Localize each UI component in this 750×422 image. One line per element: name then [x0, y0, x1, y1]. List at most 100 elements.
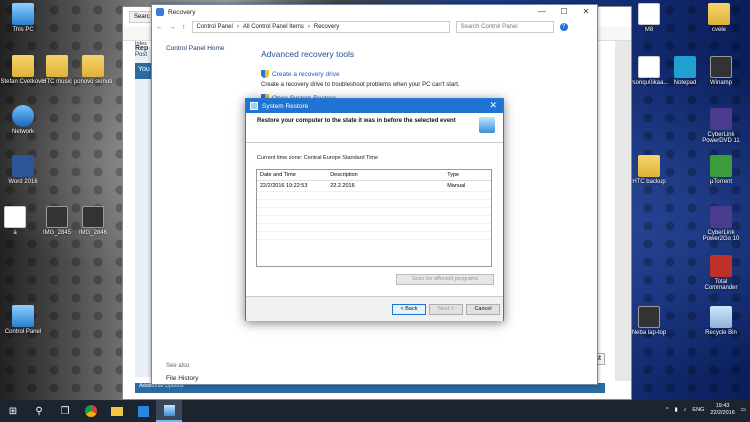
system-restore-icon[interactable]	[156, 400, 182, 422]
chrome-icon[interactable]	[78, 400, 104, 422]
desktop-icon-ponovo[interactable]: ponovo skinuti	[70, 55, 116, 85]
desktop-icon-label: CyberLink Power2Go 10	[702, 230, 740, 242]
dialog-titlebar[interactable]: System Restore	[246, 99, 503, 113]
column-header-description[interactable]: Description	[327, 170, 445, 181]
dialog-close-button[interactable]: ✕	[489, 100, 497, 111]
image-icon	[82, 206, 104, 228]
column-header-type[interactable]: Type	[444, 170, 491, 181]
page-heading: Advanced recovery tools	[261, 49, 355, 59]
maximize-button[interactable]: ☐	[553, 5, 575, 19]
pc-icon	[12, 3, 34, 25]
desktop-icon-label: cvele	[711, 27, 726, 33]
breadcrumb-recovery[interactable]: Recovery	[314, 24, 339, 30]
network-tray-icon[interactable]: ▮	[675, 407, 678, 413]
forward-arrow-icon[interactable]: →	[169, 24, 176, 31]
search-icon[interactable]: ⚲	[26, 400, 52, 422]
cp-window-controls: — ☐ ✕	[531, 5, 597, 19]
recovery-drive-description: Create a recovery drive to troubleshoot …	[261, 82, 460, 88]
table-row-empty	[257, 191, 491, 200]
folder-icon	[12, 55, 34, 77]
desktop-icon-total-commander[interactable]: Total Commander	[698, 255, 744, 291]
desktop-icon-cvele[interactable]: cvele	[696, 3, 742, 33]
doc-icon	[638, 3, 660, 25]
file-explorer-icon[interactable]	[104, 400, 130, 422]
desktop-icon-label: Control Panel	[4, 329, 42, 335]
recycle-bin-icon	[710, 306, 732, 328]
language-indicator[interactable]: ENG	[692, 407, 704, 413]
totalcmd-icon	[710, 255, 732, 277]
up-arrow-icon[interactable]: ↑	[182, 24, 186, 31]
create-recovery-drive-link[interactable]: Create a recovery drive	[261, 70, 340, 78]
breadcrumb-all-items[interactable]: All Control Panel Items	[243, 24, 304, 30]
restore-point-description: 22.2.2016	[327, 180, 445, 192]
column-header-date[interactable]: Date and Time	[257, 170, 328, 181]
browser-scrollbar[interactable]	[615, 41, 631, 381]
volume-icon[interactable]: ♪	[684, 407, 687, 413]
back-button[interactable]: < Back	[392, 304, 426, 315]
cp-navbar: ← → ↑ Control Panel › All Control Panel …	[152, 19, 597, 35]
desktop-icon-powerdvd[interactable]: CyberLink PowerDVD 11	[698, 108, 744, 144]
action-center-icon[interactable]: ▭	[741, 407, 746, 413]
table-row[interactable]: 22/2/2016 19:22:53 22.2.2016 Manual	[257, 180, 491, 192]
table-header-row: Date and Time Description Type	[257, 170, 491, 181]
minimize-button[interactable]: —	[531, 5, 553, 19]
desktop-icon-label: M8	[644, 27, 654, 33]
desktop-icon-this-pc[interactable]: This PC	[0, 3, 46, 33]
desktop-icon-label: Total Commander	[704, 279, 738, 291]
clock[interactable]: 19:43 22/2/2016	[710, 403, 734, 417]
desktop-icon-htc-backup[interactable]: HTC backup	[626, 155, 672, 185]
restore-point-date: 22/2/2016 19:22:53	[257, 180, 328, 192]
system-restore-icon	[250, 102, 258, 110]
desktop-icon-label: This PC	[12, 27, 34, 33]
folder-glyph	[111, 406, 123, 416]
desktop-icon-label: HTC backup	[632, 179, 666, 185]
file-history-link[interactable]: File History	[166, 375, 199, 382]
breadcrumb-control-panel[interactable]: Control Panel	[197, 24, 233, 30]
desktop-icon-a[interactable]: a	[0, 206, 38, 236]
cancel-button[interactable]: Cancel	[466, 304, 500, 315]
search-input[interactable]: Search Control Panel	[455, 21, 554, 33]
notification-chevron-icon[interactable]: ^	[666, 407, 669, 413]
help-icon[interactable]: ?	[559, 23, 568, 31]
desktop-icon-m8[interactable]: M8	[626, 3, 672, 33]
breadcrumb-separator: ›	[236, 24, 239, 30]
close-button[interactable]: ✕	[575, 5, 597, 19]
scan-affected-programs-button[interactable]: Scan for affected programs	[396, 274, 494, 285]
link-label: Create a recovery drive	[272, 70, 340, 78]
table-row-empty	[257, 199, 491, 208]
desktop-icon-power2go[interactable]: CyberLink Power2Go 10	[698, 206, 744, 242]
desktop-icon-word[interactable]: Word 2016	[0, 155, 46, 185]
system-tray: ^ ▮ ♪ ENG 19:43 22/2/2016 ▭	[666, 403, 746, 417]
clock-date: 22/2/2016	[710, 410, 735, 416]
back-arrow-icon[interactable]: ←	[156, 24, 163, 31]
address-bar[interactable]: Control Panel › All Control Panel Items …	[191, 21, 450, 33]
desktop-icon-network[interactable]: Network	[0, 105, 46, 135]
control-panel-home-link[interactable]: Control Panel Home	[166, 45, 225, 52]
desktop-icon-utorrent[interactable]: µTorrent	[698, 155, 744, 185]
desktop-icon-img2846[interactable]: IMG_2846	[70, 206, 116, 236]
power2go-icon	[710, 206, 732, 228]
restore-points-list[interactable]: Date and Time Description Type 22/2/2016…	[256, 169, 492, 267]
table-row-empty	[257, 231, 491, 240]
desktop-icon-label: Recycle Bin	[705, 330, 737, 336]
desktop-icon-neba[interactable]: Neba lap-top	[626, 306, 672, 336]
cp-title: Recovery	[168, 8, 196, 16]
restore-computer-icon	[479, 117, 495, 133]
table-row-empty	[257, 207, 491, 216]
chrome-logo	[85, 405, 97, 417]
desktop-icon-label: Network	[11, 129, 34, 135]
store-glyph	[137, 405, 149, 417]
notepad-icon	[674, 56, 696, 78]
desktop-icon-recycle-bin[interactable]: Recycle Bin	[698, 306, 744, 336]
recovery-icon	[156, 8, 164, 16]
desktop-icon-label: µTorrent	[709, 179, 733, 185]
desktop-icon-control-panel[interactable]: Control Panel	[0, 305, 46, 335]
desktop-icon-winamp[interactable]: Winamp	[698, 56, 744, 86]
folder-icon	[82, 55, 104, 77]
desktop-icon-label: HTC music	[42, 79, 72, 85]
start-button[interactable]: ⊞	[0, 400, 26, 422]
desktop-icon-label: IMG_2846	[78, 230, 108, 236]
task-view-icon[interactable]: ❐	[52, 400, 78, 422]
store-icon[interactable]	[130, 400, 156, 422]
next-button[interactable]: Next >	[429, 304, 463, 315]
